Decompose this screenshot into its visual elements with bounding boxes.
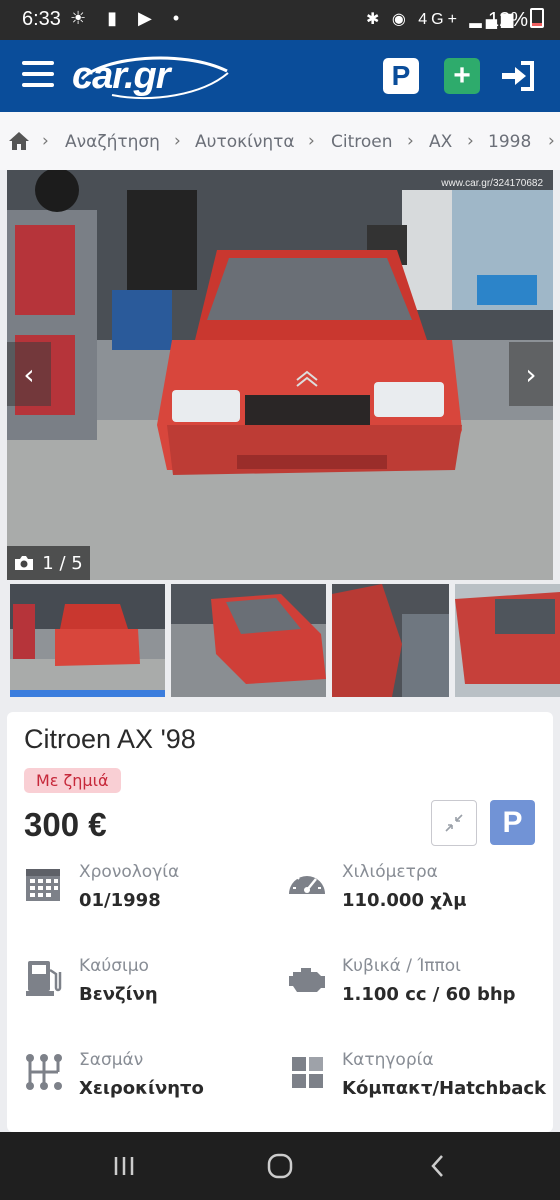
spec-value: 01/1998 (79, 890, 161, 911)
category-icon (292, 1057, 323, 1088)
camera-icon (15, 556, 34, 570)
spec-category: Κατηγορία Κόμπακτ/Hatchback (287, 1050, 557, 1120)
calendar-icon (26, 869, 60, 901)
spec-label: Σασμάν (79, 1050, 144, 1070)
back-button[interactable] (418, 1150, 458, 1182)
home-button[interactable] (260, 1150, 300, 1182)
add-listing-button[interactable]: + (444, 58, 480, 94)
spec-fuel: Καύσιμο Βενζίνη (24, 956, 294, 1026)
site-logo[interactable]: car.gr (72, 51, 232, 101)
photo-counter-text: 1 / 5 (42, 552, 83, 574)
car-photo (7, 170, 553, 580)
gearbox-icon (26, 1054, 62, 1090)
thumbnail-image (10, 584, 165, 697)
breadcrumb-search[interactable]: Αναζήτηση (65, 132, 160, 152)
photo-gallery[interactable]: www.car.gr/324170682 ‹ › 1 / 5 (7, 170, 553, 580)
breadcrumb-make[interactable]: Citroen (331, 132, 393, 152)
recent-apps-icon (114, 1157, 134, 1175)
status-time: 6:33 (22, 8, 61, 30)
chevron-left-icon: ‹ (23, 357, 35, 391)
spec-year: Χρονολογία 01/1998 (24, 862, 294, 932)
battery-percent: 12% (487, 9, 528, 31)
compare-button[interactable] (431, 800, 477, 846)
engine-icon (289, 968, 325, 992)
battery-icon (530, 8, 544, 28)
spec-value: Χειροκίνητο (79, 1078, 204, 1099)
thumbnail-image (455, 584, 560, 697)
chevron-right-icon: › (308, 131, 315, 151)
compress-icon (445, 814, 463, 832)
spec-value: Βενζίνη (79, 984, 158, 1005)
chevron-right-icon: › (407, 131, 414, 151)
thumbnail-1[interactable] (10, 584, 165, 697)
listing-title: Citroen AX '98 (24, 724, 196, 754)
app-header: car.gr P + (0, 40, 560, 112)
breadcrumb-model[interactable]: AX (429, 132, 452, 152)
network-label: 4G+ (418, 11, 461, 28)
breadcrumb: › Αναζήτηση › Αυτοκίνητα › Citroen › AX … (0, 112, 560, 170)
spec-value: 110.000 χλμ (342, 890, 467, 911)
breadcrumb-year[interactable]: 1998 (488, 132, 531, 152)
damage-badge: Με ζημιά (24, 768, 121, 793)
park-listing-button[interactable]: P (490, 800, 535, 845)
listing-card: Citroen AX '98 Με ζημιά 300 € P Χρονολογ… (7, 712, 553, 1132)
listing-price: 300 € (24, 806, 107, 843)
spec-label: Κυβικά / Ίπποι (342, 956, 461, 976)
login-icon (502, 61, 534, 91)
back-icon (431, 1155, 443, 1177)
chevron-right-icon: › (42, 131, 49, 151)
home-circle-icon (267, 1153, 293, 1179)
spec-label: Κατηγορία (342, 1050, 434, 1070)
home-icon[interactable] (8, 131, 30, 156)
spec-label: Καύσιμο (79, 956, 149, 976)
spec-engine: Κυβικά / Ίπποι 1.100 cc / 60 bhp (287, 956, 557, 1026)
thumbnail-image (332, 584, 449, 697)
photo-watermark: www.car.gr/324170682 (441, 178, 543, 189)
spec-mileage: Χιλιόμετρα 110.000 χλμ (287, 862, 557, 932)
thumbnail-4[interactable] (455, 584, 560, 697)
previous-photo-button[interactable]: ‹ (7, 342, 51, 406)
next-photo-button[interactable]: › (509, 342, 553, 406)
recent-apps-button[interactable] (104, 1150, 144, 1182)
status-bar: 6:33 ☀ ▮ ▶ • ✱ ◉ 4G+ ▂▄▆ 12% (0, 0, 560, 40)
spec-label: Χρονολογία (79, 862, 180, 882)
spec-value: 1.100 cc / 60 bhp (342, 984, 516, 1005)
spec-gearbox: Σασμάν Χειροκίνητο (24, 1050, 294, 1120)
login-button[interactable] (500, 58, 536, 94)
fuel-pump-icon (26, 961, 62, 996)
notification-icons: ☀ ▮ ▶ • (70, 8, 188, 28)
speedometer-icon (289, 872, 325, 894)
chevron-right-icon: › (525, 357, 537, 391)
chevron-right-icon: › (174, 131, 181, 151)
thumbnail-2[interactable] (171, 584, 326, 697)
spec-label: Χιλιόμετρα (342, 862, 438, 882)
chevron-right-icon: › (467, 131, 474, 151)
system-navigation-bar (0, 1132, 560, 1200)
thumbnail-3[interactable] (332, 584, 449, 697)
parking-button[interactable]: P (383, 58, 419, 94)
photo-counter: 1 / 5 (7, 546, 90, 580)
menu-icon[interactable] (22, 61, 54, 91)
breadcrumb-cars[interactable]: Αυτοκίνητα (195, 132, 295, 152)
chevron-right-icon: › (548, 131, 555, 151)
logo-text: car.gr (72, 55, 171, 97)
thumbnail-image (171, 584, 326, 697)
spec-value: Κόμπακτ/Hatchback (342, 1078, 546, 1099)
thumbnail-strip (10, 584, 560, 700)
battery-indicator: 12% (488, 8, 544, 32)
